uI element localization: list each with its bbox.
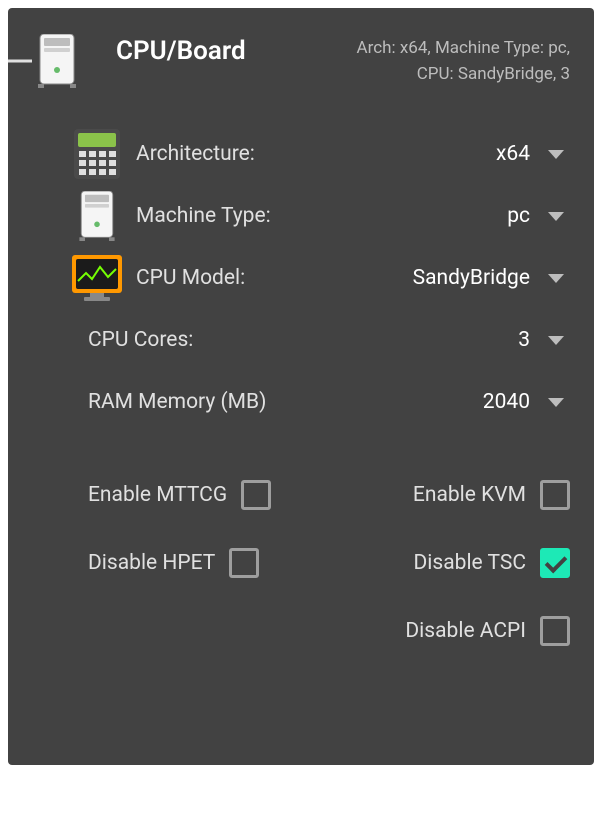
header-icon-wrap	[32, 36, 96, 86]
disable-hpet-label: Disable HPET	[88, 551, 215, 575]
enable-mttcg-label: Enable MTTCG	[88, 483, 227, 507]
disable-hpet-item[interactable]: Disable HPET	[88, 548, 259, 578]
chevron-down-icon	[548, 212, 564, 221]
disable-tsc-checkbox[interactable]	[540, 548, 570, 578]
cpu-model-row[interactable]: CPU Model: SandyBridge	[32, 247, 570, 309]
cpu-model-label: CPU Model:	[136, 266, 413, 290]
enable-kvm-label: Enable KVM	[413, 483, 526, 507]
disable-acpi-checkbox[interactable]	[540, 616, 570, 646]
computer-tower-icon	[72, 191, 122, 241]
disable-tsc-item[interactable]: Disable TSC	[414, 548, 571, 578]
cpu-cores-row[interactable]: CPU Cores: 3	[32, 309, 570, 371]
computer-tower-icon	[32, 36, 82, 86]
disable-acpi-item[interactable]: Disable ACPI	[405, 616, 570, 646]
monitor-icon	[72, 253, 122, 303]
calculator-icon	[72, 129, 122, 179]
chevron-down-icon	[548, 336, 564, 345]
cpu-model-value: SandyBridge	[413, 266, 530, 290]
header-title: CPU/Board	[116, 36, 246, 66]
enable-kvm-checkbox[interactable]	[540, 480, 570, 510]
architecture-value: x64	[496, 142, 530, 166]
enable-mttcg-item[interactable]: Enable MTTCG	[88, 480, 271, 510]
machine-type-value: pc	[507, 204, 530, 228]
enable-kvm-item[interactable]: Enable KVM	[413, 480, 570, 510]
chevron-down-icon	[548, 398, 564, 407]
disable-hpet-checkbox[interactable]	[229, 548, 259, 578]
chevron-down-icon	[548, 150, 564, 159]
architecture-row[interactable]: Architecture: x64	[32, 123, 570, 185]
disable-acpi-label: Disable ACPI	[405, 619, 526, 643]
cpu-board-panel: CPU/Board Arch: x64, Machine Type: pc, C…	[8, 8, 594, 765]
cpu-cores-value: 3	[518, 328, 530, 352]
chevron-down-icon	[548, 274, 564, 283]
ram-value: 2040	[483, 390, 530, 414]
machine-type-row[interactable]: Machine Type: pc	[32, 185, 570, 247]
disable-tsc-label: Disable TSC	[414, 551, 527, 575]
ram-label: RAM Memory (MB)	[88, 390, 483, 414]
header-summary: Arch: x64, Machine Type: pc, CPU: SandyB…	[350, 36, 570, 87]
checkbox-grid: Enable MTTCG Enable KVM Disable HPET Dis…	[32, 461, 570, 665]
ram-row[interactable]: RAM Memory (MB) 2040	[32, 371, 570, 433]
cpu-cores-label: CPU Cores:	[88, 328, 518, 352]
enable-mttcg-checkbox[interactable]	[241, 480, 271, 510]
header: CPU/Board Arch: x64, Machine Type: pc, C…	[32, 36, 570, 87]
architecture-label: Architecture:	[136, 142, 496, 166]
machine-type-label: Machine Type:	[136, 204, 507, 228]
